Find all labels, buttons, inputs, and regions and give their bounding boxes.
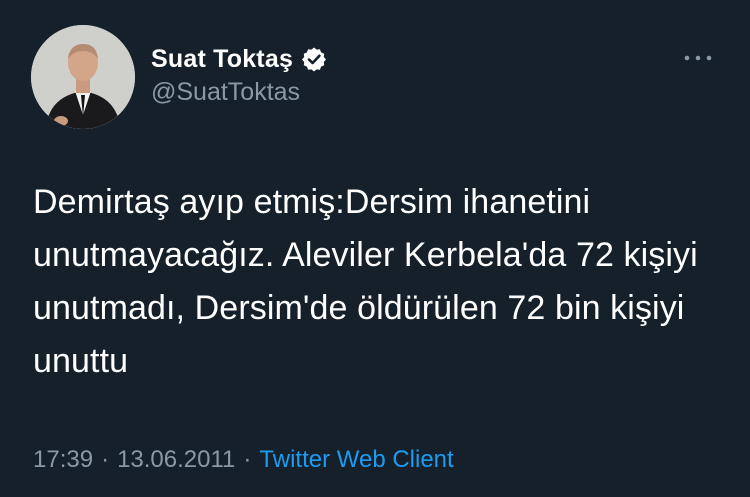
tweet-date[interactable]: 13.06.2011 (117, 446, 235, 474)
author-handle[interactable]: @SuatToktas (151, 78, 300, 107)
tweet-meta: 17:39 · 13.06.2011 · Twitter Web Client (33, 446, 454, 474)
author-display-name[interactable]: Suat Toktaş (151, 45, 293, 74)
more-dots-icon[interactable] (680, 48, 716, 68)
meta-separator: · (243, 446, 252, 473)
author-name-row[interactable]: Suat Toktaş (151, 44, 327, 74)
meta-separator: · (101, 446, 110, 473)
tweet-card: Suat Toktaş @SuatToktas Demirtaş ayıp et… (0, 0, 750, 497)
avatar-photo (31, 25, 135, 129)
tweet-client-link[interactable]: Twitter Web Client (259, 446, 453, 474)
tweet-time[interactable]: 17:39 (33, 446, 93, 474)
verified-badge-icon (302, 47, 327, 72)
avatar[interactable] (31, 25, 135, 129)
tweet-text: Demirtaş ayıp etmiş:Dersim ihanetini unu… (33, 183, 708, 380)
